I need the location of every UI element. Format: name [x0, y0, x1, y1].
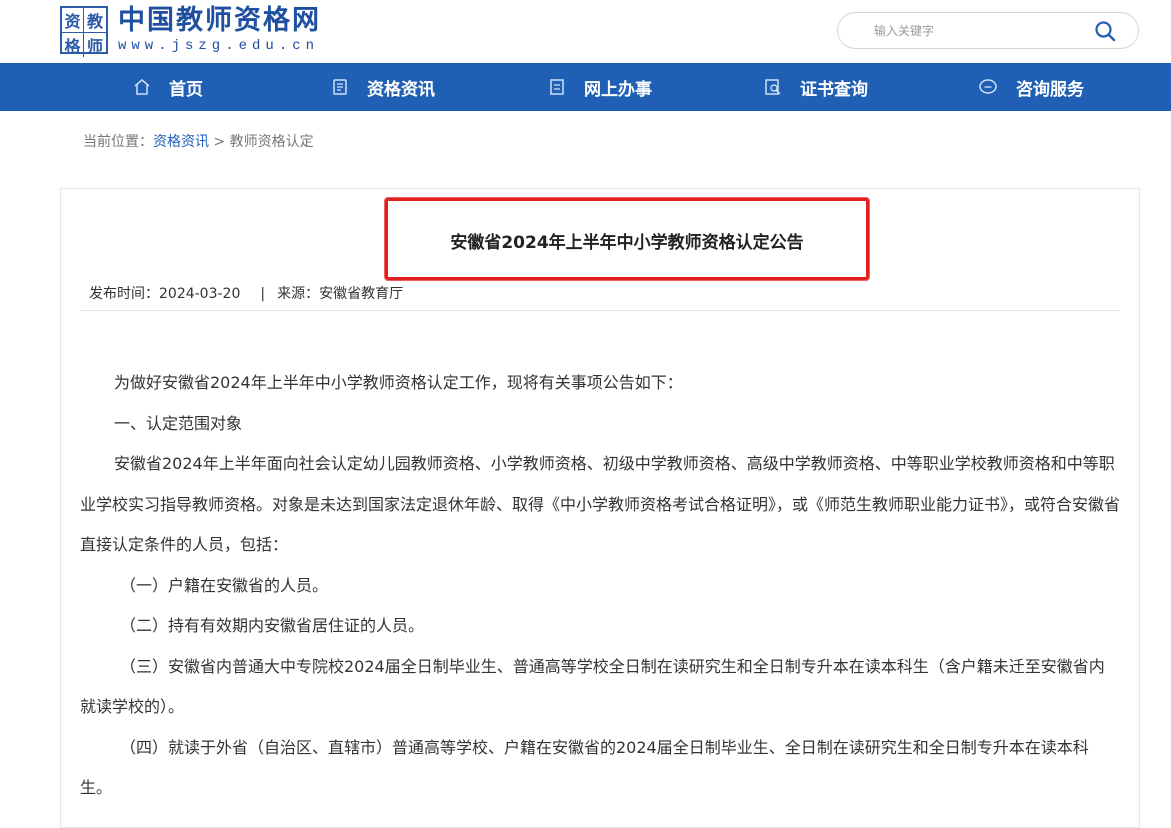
article-source: 来源：安徽省教育厅 — [277, 286, 404, 302]
nav-label: 证书查询 — [800, 79, 868, 100]
document-icon — [550, 79, 564, 95]
nav-item-online-service[interactable]: 网上办事 — [548, 63, 652, 111]
chat-icon — [979, 79, 997, 94]
search-input[interactable] — [874, 21, 1074, 41]
nav-item-home[interactable]: 首页 — [133, 63, 203, 111]
article-title: 安徽省2024年上半年中小学教师资格认定公告 — [450, 233, 804, 253]
list-item: （二）持有有效期内安徽省居住证的人员。 — [120, 616, 425, 635]
list-item: （一）户籍在安徽省的人员。 — [120, 575, 329, 595]
breadcrumb-separator: > — [209, 134, 230, 150]
article-meta: 发布时间：2024-03-20 | 来源：安徽省教育厅 — [89, 283, 403, 303]
nav-label: 资格资讯 — [367, 79, 435, 100]
breadcrumb-prefix: 当前位置： — [83, 134, 153, 150]
logo-char: 师 — [86, 37, 103, 56]
nav-item-news[interactable]: 资格资讯 — [331, 63, 435, 111]
paragraph: 安徽省2024年上半年面向社会认定幼儿园教师资格、小学教师资格、初级中学教师资格… — [80, 454, 1121, 554]
nav-label: 网上办事 — [584, 79, 652, 100]
site-url: www.jszg.edu.cn — [118, 38, 320, 54]
nav-item-consulting[interactable]: 咨询服务 — [978, 63, 1084, 111]
site-title: 中国教师资格网 — [118, 5, 321, 36]
logo-text: 中国教师资格网 www.jszg.edu.cn — [118, 5, 321, 55]
main-nav: 首页 资格资讯 网上办事 证书查询 咨询服务 — [0, 63, 1171, 111]
list-item: （四）就读于外省（自治区、直辖市）普通高等学校、户籍在安徽省的2024届全日制毕… — [80, 737, 1089, 798]
search-button[interactable] — [1094, 20, 1116, 42]
meta-separator: | — [260, 286, 266, 302]
nav-item-certificate-query[interactable]: 证书查询 — [764, 63, 868, 111]
certificate-search-icon — [765, 79, 781, 95]
section-heading: 一、认定范围对象 — [114, 413, 243, 433]
article-body: 为做好安徽省2024年上半年中小学教师资格认定工作，现将有关事项公告如下： 一、… — [80, 363, 1120, 809]
logo-seal: 资 教 格 师 — [60, 6, 108, 57]
list-item: （三）安徽省内普通大中专院校2024届全日制毕业生、普通高等学校全日制在读研究生… — [80, 656, 1105, 717]
site-header: 资 教 格 师 中国教师资格网 www.jszg.edu.cn — [0, 0, 1171, 62]
nav-label: 首页 — [169, 79, 203, 100]
publish-time: 发布时间：2024-03-20 — [89, 286, 241, 302]
search-box — [837, 12, 1139, 49]
paragraph-intro: 为做好安徽省2024年上半年中小学教师资格认定工作，现将有关事项公告如下： — [114, 373, 683, 392]
nav-label: 咨询服务 — [1016, 79, 1084, 100]
search-icon — [1095, 21, 1116, 42]
logo-char: 资 — [62, 8, 84, 33]
home-icon — [134, 79, 150, 95]
breadcrumb-link-news[interactable]: 资格资讯 — [153, 134, 209, 150]
site-logo[interactable]: 资 教 格 师 中国教师资格网 www.jszg.edu.cn — [60, 5, 321, 57]
meta-divider — [80, 310, 1120, 311]
breadcrumb: 当前位置：资格资讯 > 教师资格认定 — [83, 131, 314, 151]
news-icon — [333, 79, 347, 95]
logo-char: 格 — [62, 33, 84, 57]
breadcrumb-current: 教师资格认定 — [229, 134, 314, 150]
logo-char: 教 — [84, 8, 106, 33]
